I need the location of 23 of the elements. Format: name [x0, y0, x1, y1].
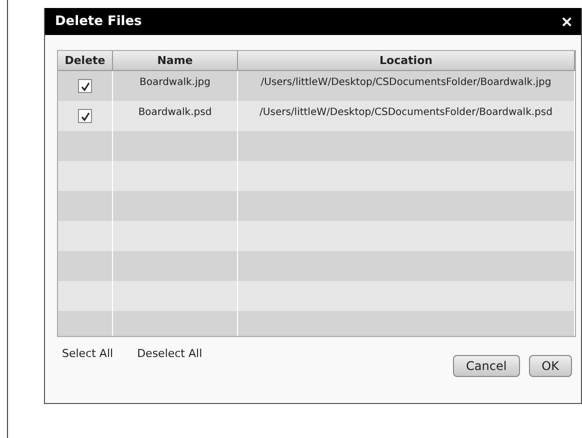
ok-button[interactable]: OK — [528, 355, 572, 377]
checkmark-icon — [80, 82, 90, 90]
checkbox[interactable] — [78, 79, 92, 93]
checkmark-icon — [80, 112, 90, 120]
table-cell — [58, 161, 113, 191]
column-header[interactable]: Name — [113, 51, 238, 71]
table-cell — [58, 251, 113, 281]
select-link[interactable]: Select All — [62, 347, 114, 377]
window-title: Delete Files — [55, 14, 142, 29]
checkbox[interactable] — [78, 109, 92, 123]
table-cell — [58, 221, 113, 251]
table-cell: /Users/littleW/Desktop/CSDocumentsFolder/Boardwalk.jpg — [238, 71, 575, 101]
select-link[interactable]: Deselect All — [137, 347, 202, 377]
table-cell: /Users/littleW/Desktop/CSDocumentsFolder/Boardwalk.psd — [238, 101, 575, 131]
table-cell: Boardwalk.psd — [113, 101, 238, 131]
cancel-button[interactable]: Cancel — [453, 355, 520, 377]
column-header[interactable]: Delete — [58, 51, 113, 71]
table-cell — [58, 311, 113, 336]
table-cell — [58, 191, 113, 221]
table-cell — [58, 281, 113, 311]
column-header[interactable]: Location — [238, 51, 575, 71]
close-button[interactable]: ✕ — [561, 14, 573, 30]
table-cell: Boardwalk.jpg — [113, 71, 238, 101]
